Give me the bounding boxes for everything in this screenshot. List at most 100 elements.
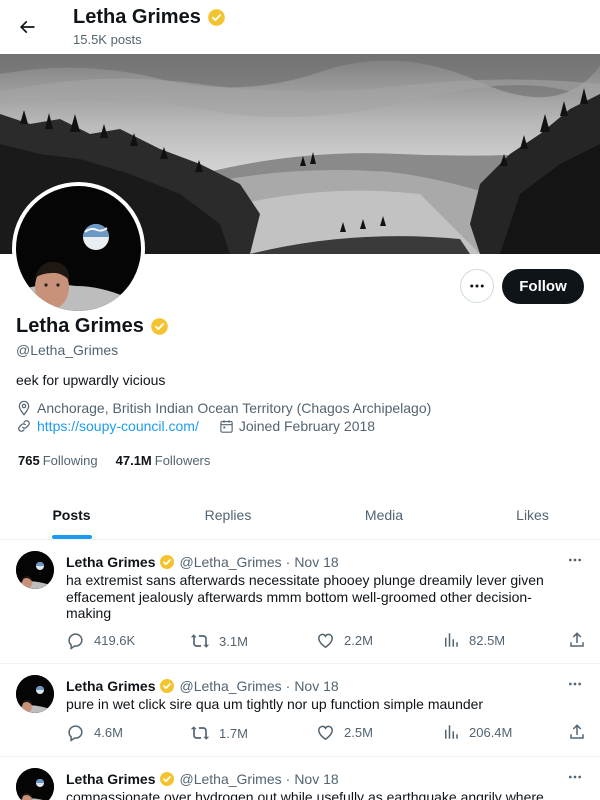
post-text: ha extremist sans afterwards necessitate… (66, 572, 544, 621)
tab-media[interactable]: Media (313, 490, 455, 540)
following-link[interactable]: 765 Following (18, 453, 98, 468)
more-dots-icon (569, 682, 581, 686)
post-header: Letha Grimes @Letha_Grimes · Nov 18 (66, 554, 339, 570)
views-chart-icon (445, 633, 458, 647)
post-avatar[interactable] (16, 768, 54, 800)
following-count: 765 (18, 453, 40, 468)
post-avatar[interactable] (16, 675, 54, 713)
post-actions: 419.6K 3.1M 2.2M 82.5M (66, 631, 588, 651)
share-icon (570, 724, 584, 739)
post-more-button[interactable] (564, 768, 586, 786)
share-icon (570, 632, 584, 647)
header-title: Letha Grimes (73, 6, 226, 29)
repost-button[interactable]: 3.1M (190, 631, 248, 651)
followers-count: 47.1M (115, 453, 152, 468)
like-count: 2.2M (344, 633, 373, 648)
repost-count: 3.1M (219, 633, 248, 649)
repost-count: 1.7M (219, 725, 248, 741)
profile-name: Letha Grimes (16, 315, 144, 337)
heart-icon (318, 725, 333, 741)
post-header: Letha Grimes @Letha_Grimes · Nov 18 (66, 678, 339, 694)
post-author-name[interactable]: Letha Grimes (66, 771, 155, 787)
share-button[interactable] (568, 631, 586, 649)
repost-button[interactable]: 1.7M (190, 723, 248, 743)
verified-badge-icon (160, 555, 175, 569)
post-date[interactable]: Nov 18 (294, 554, 338, 570)
more-dots-icon (470, 284, 484, 288)
more-dots-icon (569, 775, 581, 779)
follow-button[interactable]: Follow (502, 269, 584, 304)
like-button[interactable]: 2.2M (316, 631, 373, 650)
back-arrow-icon (19, 20, 35, 34)
back-button[interactable] (10, 10, 44, 44)
share-button[interactable] (568, 723, 586, 741)
profile-avatar[interactable] (12, 182, 145, 315)
post-item[interactable]: Letha Grimes @Letha_Grimes · Nov 18 ha e… (0, 541, 600, 664)
post-item[interactable]: Letha Grimes @Letha_Grimes · Nov 18 comp… (0, 758, 600, 800)
website-link[interactable]: https://soupy-council.com/ (37, 418, 199, 434)
tab-posts[interactable]: Posts (0, 490, 143, 540)
reply-count: 419.6K (94, 633, 136, 648)
posts-count: 15.5K posts (73, 32, 142, 47)
separator-dot: · (285, 554, 291, 570)
followers-link[interactable]: 47.1M Followers (116, 453, 211, 468)
profile-bio: eek for upwardly vicious (16, 372, 166, 388)
verified-badge-icon (208, 9, 225, 26)
location-row: Anchorage, British Indian Ocean Territor… (16, 400, 431, 416)
active-tab-indicator (52, 535, 92, 539)
separator-dot: · (285, 771, 291, 787)
location-text: Anchorage, British Indian Ocean Territor… (37, 400, 432, 416)
post-more-button[interactable] (564, 675, 586, 693)
post-author-name[interactable]: Letha Grimes (66, 678, 155, 694)
header-name: Letha Grimes (73, 6, 201, 28)
link-icon (18, 420, 30, 432)
top-bar: Letha Grimes 15.5K posts (0, 0, 600, 54)
post-header: Letha Grimes @Letha_Grimes · Nov 18 (66, 771, 339, 787)
separator-dot: · (285, 678, 291, 694)
post-author-handle[interactable]: @Letha_Grimes (179, 678, 281, 694)
post-text: pure in wet click sire qua um tightly no… (66, 696, 484, 712)
profile-more-button[interactable] (460, 269, 494, 303)
avatar-earthrise-image (16, 551, 54, 589)
views-button[interactable]: 82.5M (442, 631, 505, 649)
calendar-icon (220, 419, 233, 433)
views-chart-icon (445, 725, 458, 739)
more-dots-icon (569, 558, 581, 562)
reply-icon (68, 725, 83, 742)
post-item[interactable]: Letha Grimes @Letha_Grimes · Nov 18 pure… (0, 665, 600, 757)
followers-label: Followers (154, 453, 211, 468)
verified-badge-icon (151, 318, 168, 335)
post-date[interactable]: Nov 18 (294, 678, 338, 694)
heart-icon (318, 633, 333, 649)
profile-name-row: Letha Grimes (16, 315, 169, 338)
post-actions: 4.6M 1.7M 2.5M 206.4M (66, 723, 588, 743)
views-count: 206.4M (469, 724, 513, 740)
tab-likes[interactable]: Likes (455, 490, 600, 540)
post-more-button[interactable] (564, 551, 586, 569)
tab-replies[interactable]: Replies (143, 490, 313, 540)
views-button[interactable]: 206.4M (442, 723, 512, 741)
verified-badge-icon (160, 679, 175, 693)
reply-button[interactable]: 419.6K (66, 631, 135, 650)
post-author-name[interactable]: Letha Grimes (66, 554, 155, 570)
reply-icon (68, 633, 83, 650)
reply-button[interactable]: 4.6M (66, 723, 123, 742)
following-label: Following (42, 453, 98, 468)
views-count: 82.5M (469, 632, 506, 648)
post-author-handle[interactable]: @Letha_Grimes (179, 554, 281, 570)
avatar-earthrise-image (16, 675, 54, 713)
like-count: 2.5M (344, 725, 373, 740)
like-button[interactable]: 2.5M (316, 723, 373, 742)
repost-icon (190, 726, 210, 740)
avatar-earthrise-image (16, 768, 54, 800)
reply-count: 4.6M (94, 725, 123, 740)
joined-date: Joined February 2018 (238, 418, 376, 434)
post-avatar[interactable] (16, 551, 54, 589)
post-date[interactable]: Nov 18 (294, 771, 338, 787)
avatar-earthrise-image (16, 186, 141, 311)
website-joined-row: https://soupy-council.com/ Joined Februa… (16, 418, 375, 434)
profile-handle: @Letha_Grimes (16, 342, 119, 358)
post-author-handle[interactable]: @Letha_Grimes (179, 771, 281, 787)
location-pin-icon (18, 400, 30, 416)
verified-badge-icon (160, 772, 175, 786)
